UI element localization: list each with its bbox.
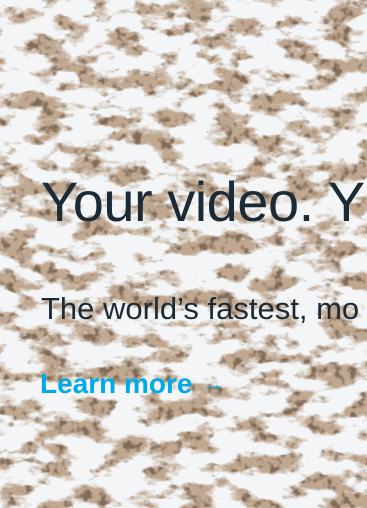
learn-more-label: Learn more	[40, 368, 193, 399]
background-image	[0, 0, 367, 508]
hero-section: Your video. Y The world’s fastest, mo Le…	[0, 0, 367, 508]
arrow-right-icon: →	[202, 371, 225, 396]
learn-more-link[interactable]: Learn more →	[40, 366, 224, 402]
hero-headline: Your video. Y	[41, 170, 365, 233]
hero-subhead: The world’s fastest, mo	[41, 291, 360, 326]
